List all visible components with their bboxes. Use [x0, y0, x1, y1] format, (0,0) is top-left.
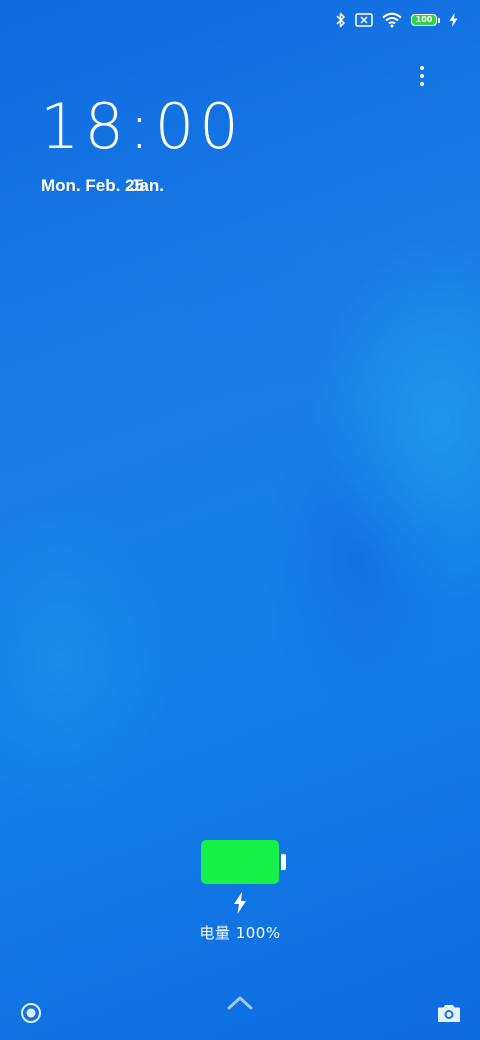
lock-clock: 18:00: [40, 90, 244, 163]
charging-icon: [449, 13, 458, 27]
status-bar: 100: [336, 8, 458, 32]
no-sim-icon: [355, 13, 373, 27]
lightning-icon: [234, 892, 246, 914]
charging-indicator: 电量 100%: [0, 840, 480, 943]
lock-date: Mon. Feb. 25Jan.: [41, 176, 164, 196]
date-overlap-text: Jan.: [129, 176, 164, 195]
date-text: Mon. Feb. 25: [41, 176, 144, 195]
battery-percentage-label: 电量 100%: [199, 924, 281, 942]
wifi-icon: [382, 12, 402, 28]
chevron-up-icon[interactable]: [226, 994, 254, 1012]
target-circle-icon[interactable]: [20, 1002, 42, 1024]
lock-screen: 100 18:00 Mon. Feb. 25Jan. 电量 100%: [0, 0, 480, 1040]
more-vert-icon: [420, 66, 424, 86]
camera-icon[interactable]: [437, 1002, 461, 1024]
bluetooth-icon: [336, 12, 346, 28]
battery-icon: 100: [411, 14, 440, 26]
battery-level-text: 100: [411, 14, 437, 26]
battery-fill: [200, 840, 279, 884]
more-options-button[interactable]: [410, 62, 434, 90]
charging-battery-icon: [200, 840, 286, 884]
